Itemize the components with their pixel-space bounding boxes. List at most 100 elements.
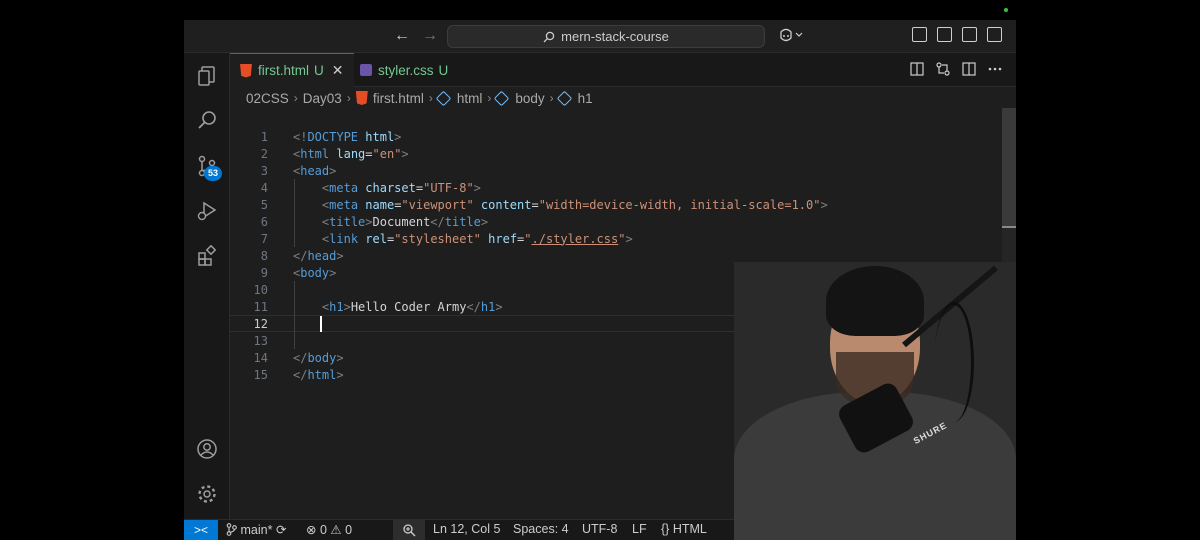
problems-indicator[interactable]: ⊗ 0 ⚠ 0 [306, 522, 352, 537]
end-of-line[interactable]: LF [632, 522, 647, 536]
toggle-primary-sidebar-icon[interactable] [937, 27, 952, 42]
breadcrumb-item[interactable]: body [515, 91, 544, 106]
run-debug-icon[interactable] [196, 200, 218, 222]
sync-icon[interactable]: ⟳ [276, 523, 286, 537]
code-token: charset [365, 180, 416, 195]
chevron-right-icon: › [487, 91, 492, 105]
editor-actions [910, 62, 1002, 76]
code-line[interactable]: 1 <!DOCTYPE html> [230, 128, 1016, 145]
code-text: </body> [293, 351, 344, 365]
code-text: </html> [293, 368, 344, 382]
toggle-secondary-sidebar-icon[interactable] [987, 27, 1002, 42]
css3-icon [360, 64, 372, 76]
search-icon [543, 31, 555, 42]
code-token: title [329, 214, 366, 229]
line-number: 2 [260, 146, 268, 161]
error-icon: ⊗ [306, 523, 317, 537]
gear-icon[interactable] [196, 483, 218, 505]
account-icon[interactable] [196, 438, 218, 460]
breadcrumb-item[interactable]: Day03 [303, 91, 342, 106]
extensions-icon[interactable] [196, 245, 218, 267]
command-center-search[interactable]: mern-stack-course [447, 25, 765, 48]
close-icon[interactable]: ✕ [332, 62, 344, 79]
code-token: DOCTYPE [307, 129, 359, 144]
braces-icon: {} [661, 522, 670, 536]
code-token: > [329, 265, 337, 280]
breadcrumb-item[interactable]: 02CSS [246, 91, 289, 106]
scrollbar-thumb[interactable] [1002, 108, 1016, 228]
code-token: </ [293, 367, 308, 382]
zoom-icon [403, 524, 416, 537]
nav-arrows: ← → [394, 27, 450, 45]
remote-indicator-icon[interactable]: >< [184, 520, 218, 540]
code-token: "UTF-8" [423, 180, 474, 195]
code-token: </ [466, 299, 481, 314]
line-number: 3 [260, 163, 268, 178]
line-number: 5 [260, 197, 268, 212]
arrow-right-icon[interactable]: → [422, 27, 438, 44]
split-editor-icon[interactable] [962, 62, 976, 76]
code-token: html [365, 129, 395, 144]
tab-first-html[interactable]: first.html U ✕ [230, 53, 354, 87]
line-number: 12 [253, 316, 268, 331]
more-actions-icon[interactable] [988, 62, 1002, 76]
open-preview-icon[interactable] [910, 62, 924, 76]
code-line[interactable]: 7 <link rel="stylesheet" href="./styler.… [230, 230, 1016, 247]
code-token: > [401, 146, 409, 161]
line-number: 13 [253, 333, 268, 348]
toggle-panel-icon[interactable] [962, 27, 977, 42]
encoding[interactable]: UTF-8 [582, 522, 617, 536]
code-token: > [336, 350, 344, 365]
code-token: content [480, 197, 532, 212]
code-token: name [365, 197, 395, 212]
code-token: > [820, 197, 828, 212]
mic-stand [934, 302, 974, 422]
code-line[interactable]: 4 <meta charset="UTF-8"> [230, 179, 1016, 196]
branch-indicator[interactable]: main* ⟳ [226, 522, 286, 537]
breadcrumb-item[interactable]: h1 [578, 91, 593, 106]
code-line[interactable]: 3 <head> [230, 162, 1016, 179]
zoom-indicator[interactable] [393, 520, 425, 540]
code-token: body [300, 265, 330, 280]
explorer-icon[interactable] [196, 65, 218, 87]
warning-icon: ⚠ [330, 523, 342, 537]
code-token: meta [329, 180, 359, 195]
modified-indicator: U [438, 62, 449, 78]
search-icon[interactable] [196, 110, 218, 132]
code-token: > [329, 163, 337, 178]
code-token: > [394, 129, 402, 144]
language-mode[interactable]: {} HTML [661, 522, 707, 536]
line-number: 9 [260, 265, 268, 280]
code-token: rel [365, 231, 387, 246]
code-text: <title>Document</title> [293, 215, 488, 229]
letterbox-left [0, 0, 184, 540]
code-token: Document [372, 214, 431, 229]
indentation[interactable]: Spaces: 4 [513, 522, 569, 536]
html5-icon [355, 91, 368, 105]
element-icon [494, 90, 510, 106]
line-number: 6 [260, 214, 268, 229]
code-line[interactable]: 5 <meta name="viewport" content="width=d… [230, 196, 1016, 213]
branch-name: main* [240, 523, 273, 537]
webcam-overlay: SHURE [734, 262, 1016, 540]
code-line[interactable]: 2 <html lang="en"> [230, 145, 1016, 162]
cursor-position[interactable]: Ln 12, Col 5 [433, 522, 500, 536]
copilot-icon[interactable] [778, 28, 804, 45]
code-text: </head> [293, 249, 344, 263]
code-line[interactable]: 6 <title>Document</title> [230, 213, 1016, 230]
text-caret [320, 316, 322, 332]
code-token: </ [293, 350, 308, 365]
breadcrumb-item[interactable]: html [457, 91, 483, 106]
breadcrumb-item[interactable]: first.html [373, 91, 424, 106]
arrow-left-icon[interactable]: ← [394, 27, 410, 44]
tab-styler-css[interactable]: styler.css U [350, 53, 458, 87]
code-text: <!DOCTYPE html> [293, 130, 401, 144]
compare-changes-icon[interactable] [936, 62, 950, 76]
code-token: head [307, 248, 337, 263]
html5-icon [240, 63, 252, 78]
customize-layout-icon[interactable] [912, 27, 927, 42]
